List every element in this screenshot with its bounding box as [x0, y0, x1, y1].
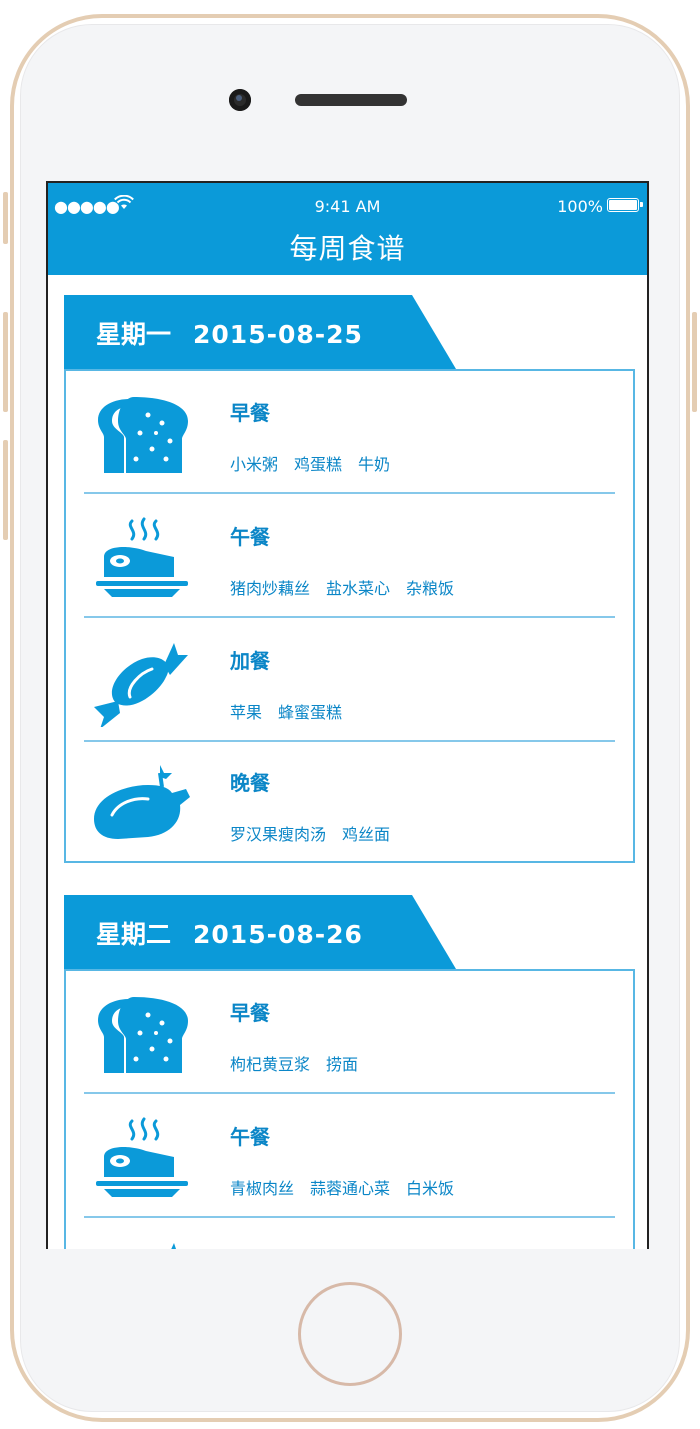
candy-icon — [94, 643, 188, 727]
meal-list: 早餐 小米粥 鸡蛋糕 牛奶 午餐 猪肉炒藕丝 盐水菜心 杂粮饭 加餐 苹果 蜂蜜… — [64, 369, 635, 863]
home-button[interactable] — [298, 1282, 402, 1386]
dish: 鸡丝面 — [342, 825, 391, 844]
meal-name: 加餐 — [230, 649, 270, 673]
day-card: 星期二 2015-08-26 早餐 枸杞黄豆浆 捞面 午餐 青椒肉丝 蒜蓉通心菜… — [64, 895, 635, 1249]
screen: ●●●●● 9:41 AM 100% 每周食谱 星期一 2015-08-25 早… — [46, 181, 649, 1249]
dish: 蒜蓉通心菜 — [310, 1179, 391, 1198]
page-title: 每周食谱 — [289, 232, 406, 265]
dish: 枸杞黄豆浆 — [230, 1055, 311, 1074]
divider — [84, 616, 615, 618]
power-button — [692, 312, 697, 412]
meal-row-dinner[interactable]: 晚餐 罗汉果瘦肉汤 鸡丝面 — [66, 741, 633, 865]
meal-row-lunch[interactable]: 午餐 青椒肉丝 蒜蓉通心菜 白米饭 — [66, 1095, 633, 1219]
dish: 蜂蜜蛋糕 — [278, 703, 343, 722]
day-header-text: 星期一 2015-08-25 — [96, 315, 363, 351]
hot-meal-icon — [96, 1117, 188, 1197]
divider — [84, 1092, 615, 1094]
dish: 盐水菜心 — [326, 579, 391, 598]
meal-list: 早餐 枸杞黄豆浆 捞面 午餐 青椒肉丝 蒜蓉通心菜 白米饭 — [64, 969, 635, 1249]
dish: 捞面 — [326, 1055, 359, 1074]
meal-row-lunch[interactable]: 午餐 猪肉炒藕丝 盐水菜心 杂粮饭 — [66, 495, 633, 619]
day-date: 2015-08-26 — [193, 920, 363, 949]
divider — [84, 492, 615, 494]
dish: 苹果 — [230, 703, 263, 722]
meal-row-breakfast[interactable]: 早餐 小米粥 鸡蛋糕 牛奶 — [66, 371, 633, 495]
meal-name: 午餐 — [230, 525, 270, 549]
dish: 白米饭 — [406, 1179, 455, 1198]
meal-row-partial[interactable] — [66, 1219, 633, 1249]
volume-up-button — [3, 312, 8, 412]
meal-items: 苹果 蜂蜜蛋糕 — [230, 699, 358, 723]
bread-icon — [98, 397, 188, 473]
meal-items: 猪肉炒藕丝 盐水菜心 杂粮饭 — [230, 575, 470, 599]
meal-items: 枸杞黄豆浆 捞面 — [230, 1051, 374, 1075]
day-of-week: 星期二 — [96, 920, 172, 949]
roast-chicken-icon — [94, 765, 190, 839]
dish: 牛奶 — [358, 455, 391, 474]
dish: 罗汉果瘦肉汤 — [230, 825, 327, 844]
battery-icon — [607, 198, 643, 212]
mute-switch — [3, 192, 8, 244]
dish: 鸡蛋糕 — [294, 455, 343, 474]
earpiece-speaker — [295, 94, 407, 106]
meal-name: 午餐 — [230, 1125, 270, 1149]
bread-icon — [98, 997, 188, 1073]
meal-row-snack[interactable]: 加餐 苹果 蜂蜜蛋糕 — [66, 619, 633, 743]
meal-name: 晚餐 — [230, 771, 270, 795]
hot-meal-icon — [96, 517, 188, 597]
volume-down-button — [3, 440, 8, 540]
dish: 小米粥 — [230, 455, 279, 474]
dish: 猪肉炒藕丝 — [230, 579, 311, 598]
meal-name: 早餐 — [230, 401, 270, 425]
day-header-text: 星期二 2015-08-26 — [96, 915, 363, 951]
meal-items: 罗汉果瘦肉汤 鸡丝面 — [230, 821, 406, 845]
battery-percentage: 100% — [557, 197, 603, 216]
day-date: 2015-08-25 — [193, 320, 363, 349]
meal-items: 小米粥 鸡蛋糕 牛奶 — [230, 451, 406, 475]
day-card: 星期一 2015-08-25 早餐 小米粥 鸡蛋糕 牛奶 午餐 猪肉炒藕丝 盐水… — [64, 295, 635, 863]
candy-icon — [171, 1243, 176, 1249]
meal-name: 早餐 — [230, 1001, 270, 1025]
day-of-week: 星期一 — [96, 320, 172, 349]
meal-items: 青椒肉丝 蒜蓉通心菜 白米饭 — [230, 1175, 470, 1199]
divider — [84, 1216, 615, 1218]
navigation-bar: ●●●●● 9:41 AM 100% 每周食谱 — [48, 183, 647, 275]
meal-row-breakfast[interactable]: 早餐 枸杞黄豆浆 捞面 — [66, 971, 633, 1095]
front-camera — [229, 89, 251, 111]
dish: 青椒肉丝 — [230, 1179, 295, 1198]
dish: 杂粮饭 — [406, 579, 455, 598]
